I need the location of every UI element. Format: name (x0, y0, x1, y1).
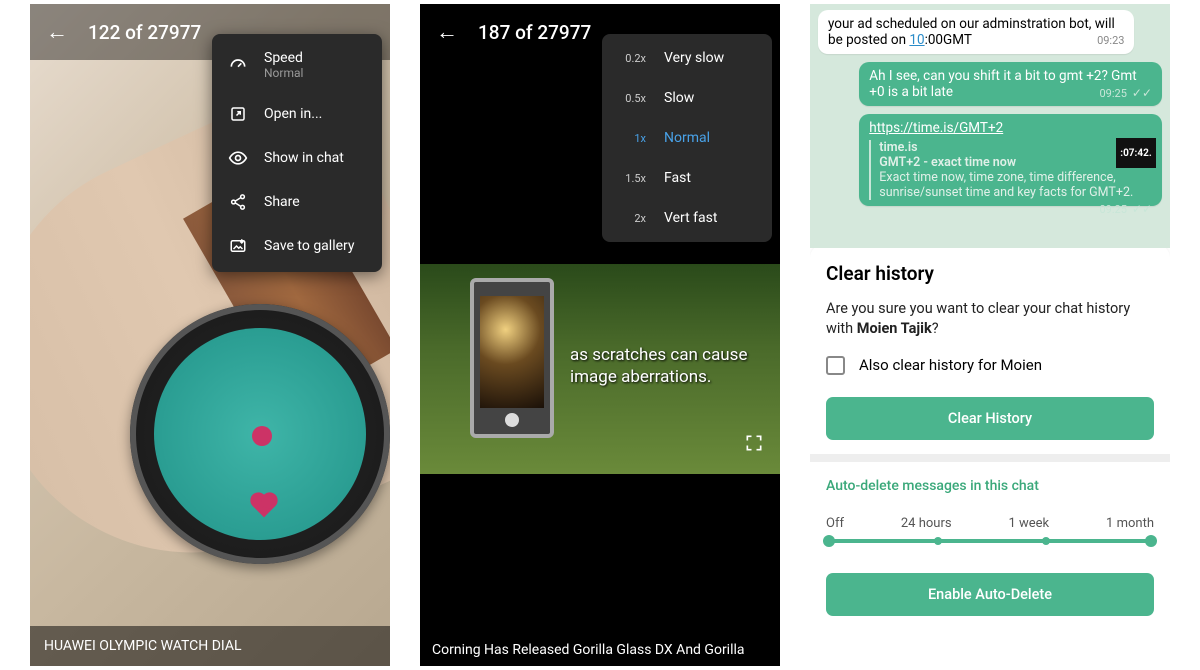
slider-label-1week: 1 week (1008, 516, 1049, 531)
section-divider (810, 454, 1170, 462)
watch-dial (154, 328, 366, 540)
media-caption: Corning Has Released Gorilla Glass DX An… (420, 634, 780, 666)
speed-option-fast[interactable]: 1.5x Fast (602, 158, 772, 198)
speed-mult: 2x (616, 212, 646, 225)
speed-label: Normal (664, 130, 710, 146)
checkbox-label: Also clear history for Moien (859, 356, 1042, 374)
message-time: 09:23 (1097, 34, 1124, 47)
slider-label-24h: 24 hours (901, 516, 952, 531)
sheet-question: Are you sure you want to clear your chat… (826, 299, 1154, 340)
media-counter: 122 of 27977 (88, 21, 201, 44)
autodelete-slider[interactable] (826, 539, 1154, 543)
speed-option-normal[interactable]: 1x Normal (602, 118, 772, 158)
menu-open-in-label: Open in... (264, 106, 322, 122)
screenshot-3-clear-history: your ad scheduled on our adminstration b… (810, 4, 1170, 666)
double-check-icon: ✓✓ (1129, 202, 1152, 216)
autodelete-section: Auto-delete messages in this chat Off 24… (810, 462, 1170, 632)
menu-open-in[interactable]: Open in... (212, 92, 382, 136)
also-clear-checkbox-row[interactable]: Also clear history for Moien (826, 356, 1154, 375)
speed-label: Vert fast (664, 210, 717, 226)
outgoing-message-2[interactable]: https://time.is/GMT+2 :07:42. time.is GM… (859, 114, 1162, 206)
preview-site: time.is (879, 140, 1152, 155)
time-link[interactable]: 10 (909, 32, 924, 48)
menu-share[interactable]: Share (212, 180, 382, 224)
slider-labels: Off 24 hours 1 week 1 month (826, 516, 1154, 531)
checkbox-icon[interactable] (826, 356, 845, 375)
video-frame[interactable]: as scratches can cause image aberrations… (420, 264, 780, 474)
menu-show-in-chat[interactable]: Show in chat (212, 136, 382, 180)
enable-autodelete-button[interactable]: Enable Auto-Delete (826, 573, 1154, 616)
message-time: 09:25 ✓✓ (1100, 202, 1153, 216)
message-time: 09:25 ✓✓ (1100, 86, 1153, 100)
slider-label-1month: 1 month (1106, 516, 1154, 531)
preview-title: GMT+2 - exact time now (879, 155, 1152, 170)
menu-speed-label: Speed (264, 50, 303, 66)
media-caption: HUAWEI OLYMPIC WATCH DIAL (30, 626, 390, 666)
screenshot-2-video-speed: ← 187 of 27977 0.2x Very slow 0.5x Slow … (420, 4, 780, 666)
video-caption-overlay: as scratches can cause image aberrations… (570, 344, 747, 388)
link-preview[interactable]: :07:42. time.is GMT+2 - exact time now E… (869, 140, 1152, 200)
preview-thumbnail: :07:42. (1116, 138, 1156, 168)
slider-tick (934, 537, 942, 545)
sheet-title: Clear history (826, 262, 1154, 285)
clear-history-sheet: Clear history Are you sure you want to c… (810, 244, 1170, 454)
back-arrow-icon[interactable]: ← (436, 19, 458, 45)
slider-end-dot (1145, 535, 1157, 547)
phone-mockup (470, 278, 554, 438)
speed-option-very-fast[interactable]: 2x Vert fast (602, 198, 772, 238)
double-check-icon: ✓✓ (1129, 86, 1152, 100)
menu-share-label: Share (264, 194, 300, 210)
outgoing-message-1[interactable]: Ah I see, can you shift it a bit to gmt … (859, 62, 1162, 106)
speed-mult: 1x (616, 132, 646, 145)
fullscreen-icon[interactable] (744, 433, 764, 458)
incoming-message[interactable]: your ad scheduled on our adminstration b… (818, 10, 1134, 54)
speed-mult: 0.5x (616, 92, 646, 105)
image-download-icon (228, 236, 248, 256)
menu-save-gallery[interactable]: Save to gallery (212, 224, 382, 268)
autodelete-title: Auto-delete messages in this chat (826, 478, 1154, 494)
phone-mockup-screen (480, 296, 544, 408)
speedometer-icon (228, 55, 248, 75)
slider-tick (1042, 537, 1050, 545)
speed-mult: 1.5x (616, 172, 646, 185)
preview-desc: Exact time now, time zone, time differen… (879, 170, 1152, 200)
speed-option-slow[interactable]: 0.5x Slow (602, 78, 772, 118)
menu-save-gallery-label: Save to gallery (264, 238, 355, 254)
speed-label: Slow (664, 90, 694, 106)
phone-home-button (505, 413, 519, 427)
open-external-icon (228, 104, 248, 124)
menu-speed[interactable]: Speed Normal (212, 38, 382, 92)
url-link[interactable]: https://time.is/GMT+2 (869, 120, 1003, 136)
speed-option-very-slow[interactable]: 0.2x Very slow (602, 38, 772, 78)
share-icon (228, 192, 248, 212)
chat-area: your ad scheduled on our adminstration b… (810, 4, 1170, 248)
menu-show-in-chat-label: Show in chat (264, 150, 344, 166)
speed-label: Very slow (664, 50, 724, 66)
context-menu: Speed Normal Open in... Show in chat Sha… (212, 34, 382, 272)
speed-mult: 0.2x (616, 52, 646, 65)
watch-body (130, 304, 390, 564)
menu-speed-sub: Normal (264, 66, 303, 80)
eye-icon (228, 148, 248, 168)
back-arrow-icon[interactable]: ← (46, 19, 68, 45)
screenshot-1-media-viewer: ← 122 of 27977 Speed Normal Open in... S… (30, 4, 390, 666)
heart-icon (252, 495, 275, 518)
slider-thumb[interactable] (823, 535, 835, 547)
clear-history-button[interactable]: Clear History (826, 397, 1154, 440)
speed-menu: 0.2x Very slow 0.5x Slow 1x Normal 1.5x … (602, 34, 772, 242)
slider-label-off: Off (826, 516, 844, 531)
dial-center (252, 426, 272, 446)
speed-label: Fast (664, 170, 691, 186)
media-counter: 187 of 27977 (478, 21, 591, 44)
